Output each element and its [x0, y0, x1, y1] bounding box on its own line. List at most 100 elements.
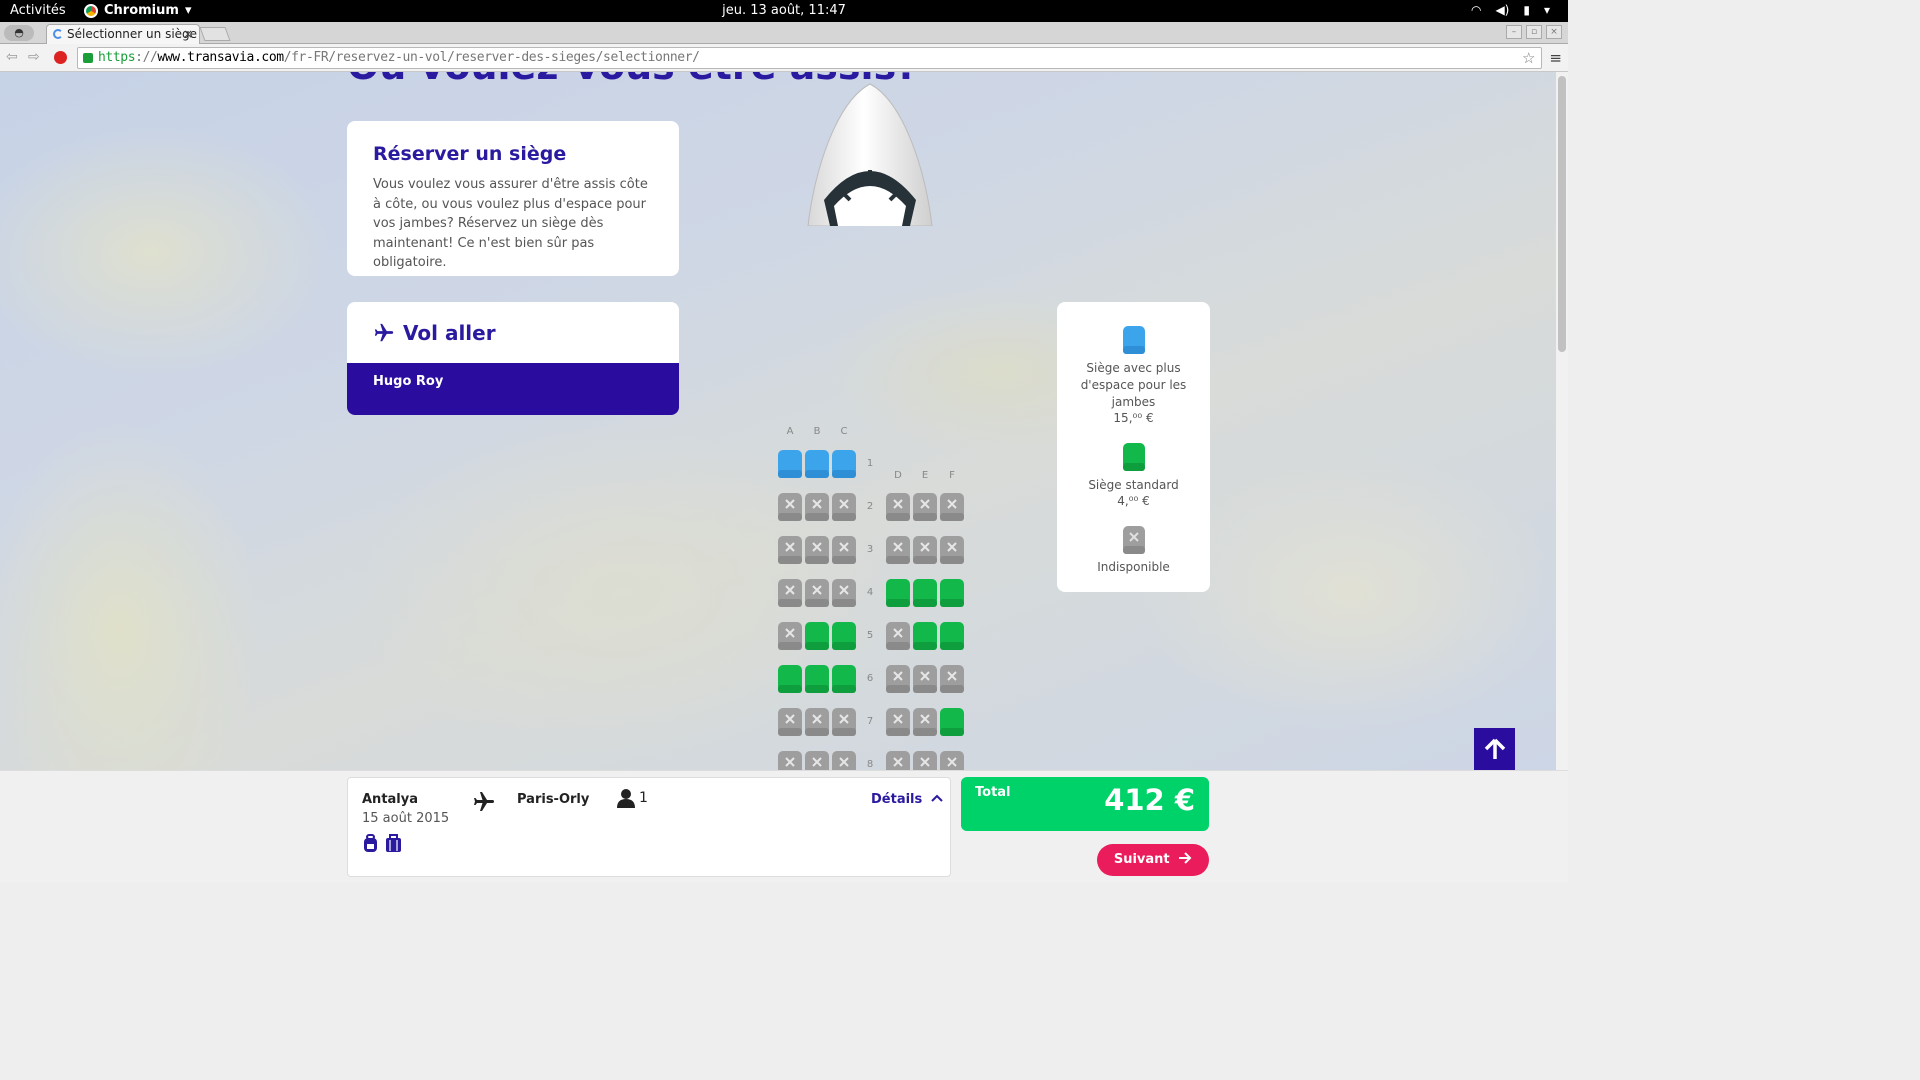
seat-unavailable [884, 534, 912, 566]
seat-legend: Siège avec plus d'espace pour les jambes… [1057, 302, 1210, 592]
seat-unavailable [911, 534, 939, 566]
seat-unavailable [830, 491, 858, 523]
outbound-flight-card: Vol aller Hugo Roy [347, 302, 679, 415]
lock-icon [83, 53, 93, 63]
seat-column-header: A [786, 426, 794, 437]
next-label: Suivant [1113, 852, 1170, 867]
seat-extra-legroom[interactable] [776, 448, 804, 480]
page-scrollbar[interactable] [1556, 72, 1568, 770]
seat-unavailable [884, 749, 912, 770]
seat-standard[interactable] [830, 620, 858, 652]
seat-extra-legroom[interactable] [803, 448, 831, 480]
legend-extra-label: Siège avec plus d'espace pour les jambes [1080, 361, 1187, 409]
seat-unavailable [938, 749, 966, 770]
seat-row-number: 3 [866, 544, 874, 555]
chevron-up-icon [931, 794, 943, 802]
url-path: /fr-FR/reservez-un-vol/reserver-des-sieg… [283, 50, 700, 65]
next-button[interactable]: Suivant [1097, 844, 1209, 876]
seat-standard[interactable] [776, 663, 804, 695]
seat-unavailable [884, 620, 912, 652]
new-tab-button[interactable] [199, 27, 231, 41]
back-icon[interactable]: ⇦ [6, 49, 18, 65]
baggage-icons [362, 834, 402, 852]
seat-extra-legroom[interactable] [830, 448, 858, 480]
reserve-description: Vous voulez vous assurer d'être assis cô… [373, 177, 648, 270]
tab-close-icon[interactable]: × [183, 25, 193, 43]
tab-strip: ◓ Sélectionner un siège × – ▫ × [0, 22, 1568, 44]
total-amount: 412 € [1104, 783, 1195, 817]
seat-row-number: 5 [866, 630, 874, 641]
seat-unavailable [776, 534, 804, 566]
legend-unavailable-label: Indisponible [1097, 560, 1170, 574]
destination-city: Paris-Orly [517, 792, 590, 807]
origin-city: Antalya [362, 792, 419, 807]
seat-unavailable [884, 491, 912, 523]
seat-standard[interactable] [911, 577, 939, 609]
page-viewport: Où voulez-vous être assis? Réserver un s… [0, 72, 1556, 770]
seat-unavailable [938, 663, 966, 695]
seat-standard[interactable] [938, 620, 966, 652]
seat-standard[interactable] [884, 577, 912, 609]
seat-standard[interactable] [911, 620, 939, 652]
seat-unavailable [803, 577, 831, 609]
seat-unavailable [803, 491, 831, 523]
seat-standard[interactable] [938, 706, 966, 738]
maximize-icon[interactable]: ▫ [1526, 25, 1542, 39]
passenger-name: Hugo Roy [373, 374, 444, 389]
scroll-top-button[interactable] [1474, 728, 1515, 770]
seat-unavailable [776, 577, 804, 609]
address-bar[interactable]: https://www.transavia.com/fr-FR/reservez… [77, 47, 1542, 69]
browser-toolbar: ⇦ ⇨ https://www.transavia.com/fr-FR/rese… [0, 44, 1568, 72]
details-toggle[interactable]: Détails [871, 792, 943, 807]
legend-standard: Siège standard 4,⁰⁰ € [1057, 441, 1210, 508]
standard-seat-icon [1122, 443, 1145, 471]
seat-column-header: D [894, 470, 902, 481]
clock[interactable]: jeu. 13 août, 11:47 [0, 3, 1568, 18]
browser-menu-icon[interactable]: ≡ [1549, 49, 1562, 67]
arrow-right-icon [1179, 852, 1192, 864]
seat-standard[interactable] [938, 577, 966, 609]
reserve-heading: Réserver un siège [373, 143, 567, 165]
seat-unavailable [803, 706, 831, 738]
browser-tab[interactable]: Sélectionner un siège × [46, 24, 200, 44]
seat-unavailable [803, 749, 831, 770]
system-top-bar: Activités Chromium ▾ jeu. 13 août, 11:47… [0, 0, 1568, 22]
plane-icon [474, 792, 494, 811]
url-scheme: https [98, 50, 136, 65]
battery-icon: ▮ [1523, 3, 1530, 17]
passenger-row[interactable]: Hugo Roy [347, 363, 679, 415]
minimize-icon[interactable]: – [1506, 25, 1522, 39]
scrollbar-thumb[interactable] [1558, 76, 1566, 352]
seat-standard[interactable] [830, 663, 858, 695]
seat-column-header: B [813, 426, 821, 437]
flight-date: 15 août 2015 [362, 811, 450, 826]
legend-standard-price: 4,⁰⁰ € [1117, 494, 1150, 508]
seat-unavailable [911, 749, 939, 770]
seat-unavailable [830, 577, 858, 609]
total-label: Total [975, 785, 1011, 800]
suitcase-icon [386, 834, 401, 852]
bookmark-star-icon[interactable]: ☆ [1522, 48, 1535, 68]
seat-unavailable [830, 749, 858, 770]
seat-column-header: C [840, 426, 848, 437]
legend-standard-label: Siège standard [1088, 478, 1179, 492]
close-window-icon[interactable]: × [1546, 25, 1562, 39]
person-icon [617, 789, 635, 808]
seat-unavailable [803, 534, 831, 566]
seat-row-number: 7 [866, 716, 874, 727]
seat-unavailable [938, 534, 966, 566]
url-host: www.transavia.com [157, 50, 284, 65]
seat-row-number: 6 [866, 673, 874, 684]
forward-icon[interactable]: ⇨ [28, 49, 40, 65]
stop-loading-icon[interactable] [54, 51, 67, 64]
seat-unavailable [776, 749, 804, 770]
volume-icon: ◀) [1495, 3, 1510, 17]
booking-summary-bar: Antalya 15 août 2015 Paris-Orly 1 Détail… [0, 770, 1568, 882]
seat-standard[interactable] [803, 663, 831, 695]
unavailable-seat-icon [1122, 526, 1145, 554]
arrow-up-icon [1484, 738, 1505, 759]
seat-standard[interactable] [803, 620, 831, 652]
plane-icon [374, 323, 394, 341]
system-tray[interactable]: ◠ ◀) ▮ ▾ [1471, 3, 1550, 17]
seat-unavailable [776, 706, 804, 738]
